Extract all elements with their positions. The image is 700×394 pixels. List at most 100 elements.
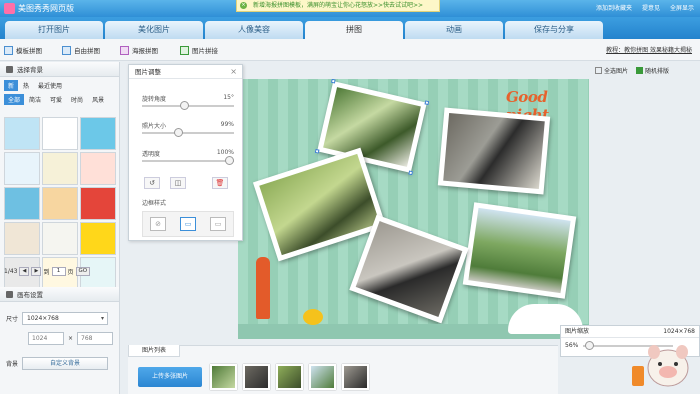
prev-page-button[interactable]: ◀ bbox=[19, 267, 30, 276]
rotate-slider-row: 旋转角度 15° bbox=[142, 94, 234, 110]
tab-beautify[interactable]: 美化图片 bbox=[105, 21, 203, 39]
rotate-value: 15° bbox=[223, 94, 234, 101]
feedback-link[interactable]: 提意见 bbox=[642, 3, 660, 12]
fullscreen-link[interactable]: 全屏显示 bbox=[670, 3, 694, 12]
dimensions-row: 1024 × 768 bbox=[28, 332, 114, 345]
upload-multiple-button[interactable]: 上传多张图片 bbox=[138, 367, 202, 387]
list-thumb-4[interactable] bbox=[309, 364, 336, 390]
tab-portrait[interactable]: 人像美容 bbox=[205, 21, 303, 39]
zoom-title: 图片缩放 bbox=[565, 328, 590, 335]
shadow-border-icon[interactable]: ▭ bbox=[210, 217, 226, 231]
background-icon bbox=[6, 65, 13, 73]
background-thumb[interactable] bbox=[42, 222, 78, 255]
notice-text[interactable]: 新增海报拼图模板，满屏的萌宝让你心花怒放>>快去试试吧>> bbox=[253, 2, 423, 9]
background-thumb[interactable] bbox=[80, 222, 116, 255]
page-input[interactable]: 1 bbox=[51, 267, 66, 276]
notice-close-icon[interactable]: × bbox=[240, 2, 247, 9]
select-all-button[interactable]: 全选图片 bbox=[595, 66, 628, 75]
random-layout-button[interactable]: 随机排版 bbox=[636, 66, 669, 75]
background-thumb[interactable] bbox=[42, 187, 78, 220]
mode-poster[interactable]: 海报拼图 bbox=[120, 45, 158, 55]
page-indicator: 1/43 bbox=[4, 268, 18, 275]
filter-new[interactable]: 新 bbox=[4, 80, 19, 91]
background-thumb[interactable] bbox=[4, 152, 40, 185]
height-input[interactable]: 768 bbox=[77, 332, 114, 345]
rotate-icon[interactable]: ↺ bbox=[144, 177, 160, 189]
flip-icon[interactable]: ◫ bbox=[170, 177, 186, 189]
zoom-header: 图片缩放 1024×768 bbox=[561, 326, 699, 338]
filter-simple[interactable]: 简洁 bbox=[25, 94, 45, 105]
list-thumb-3[interactable] bbox=[276, 364, 303, 390]
tab-save-share[interactable]: 保存与分享 bbox=[505, 21, 603, 39]
tab-animation[interactable]: 动画 bbox=[405, 21, 503, 39]
tutorial-link[interactable]: 教程：教你拼图 效果秘籍大揭秘 bbox=[606, 45, 692, 54]
scale-track[interactable] bbox=[142, 128, 234, 137]
delete-icon[interactable]: 🗑 bbox=[212, 177, 228, 189]
background-thumb[interactable] bbox=[42, 117, 78, 150]
pager: 1/43 ◀ ▶ 到 1 页 GO bbox=[4, 267, 91, 276]
mascot-icon bbox=[647, 345, 689, 387]
background-thumb[interactable] bbox=[4, 117, 40, 150]
background-thumb[interactable] bbox=[4, 222, 40, 255]
opacity-value: 100% bbox=[216, 149, 234, 156]
filter-row-2: 全部 简洁 可爱 时尚 风景 bbox=[0, 91, 119, 105]
border-style-options: ⊘ ▭ ▭ bbox=[142, 211, 234, 237]
collage-photo-2[interactable] bbox=[437, 107, 551, 195]
canvas-section-title: 画布设置 bbox=[17, 291, 43, 299]
filter-fashion[interactable]: 时尚 bbox=[67, 94, 87, 105]
panel-close-icon[interactable]: × bbox=[230, 67, 237, 76]
rotate-track[interactable] bbox=[142, 101, 234, 110]
background-thumb[interactable] bbox=[80, 152, 116, 185]
zoom-slider-knob[interactable] bbox=[585, 340, 595, 350]
list-thumb-1[interactable] bbox=[210, 364, 237, 390]
add-favorite-link[interactable]: 添加到收藏夹 bbox=[596, 3, 632, 12]
handle-tl[interactable] bbox=[330, 79, 336, 84]
notice-bar[interactable]: × 新增海报拼图模板，满屏的萌宝让你心花怒放>>快去试试吧>> bbox=[236, 0, 440, 12]
width-input[interactable]: 1024 bbox=[28, 332, 64, 345]
filter-scenery[interactable]: 风景 bbox=[88, 94, 108, 105]
mode-template-label: 模板拼图 bbox=[16, 47, 42, 55]
collage-photo-4[interactable] bbox=[462, 202, 577, 299]
mode-poster-label: 海报拼图 bbox=[132, 47, 158, 55]
filter-row-1: 新 热 最近使用 bbox=[0, 77, 119, 91]
character-decoration bbox=[256, 257, 270, 319]
times-sign: × bbox=[68, 335, 74, 342]
next-page-button[interactable]: ▶ bbox=[31, 267, 42, 276]
image-adjust-panel: 图片调整 × 旋转角度 15° 照片大小 99% 透明度 100% ↺ ◫ 🗑 边框样… bbox=[128, 64, 243, 241]
canvas-tools: 全选图片 随机排版 bbox=[595, 66, 669, 75]
filter-recent[interactable]: 最近使用 bbox=[34, 80, 66, 91]
image-list-tab[interactable]: 图片列表 bbox=[128, 345, 180, 357]
tab-collage[interactable]: 拼图 bbox=[305, 21, 403, 39]
collage-canvas[interactable]: Good night bbox=[238, 79, 589, 339]
custom-background-button[interactable]: 自定义背景 bbox=[22, 357, 109, 370]
opacity-slider-knob[interactable] bbox=[225, 156, 234, 165]
handle-bl[interactable] bbox=[314, 148, 320, 154]
filter-hot[interactable]: 热 bbox=[19, 80, 33, 91]
list-thumb-2[interactable] bbox=[243, 364, 270, 390]
opacity-track[interactable] bbox=[142, 156, 234, 165]
mode-stitch[interactable]: 图片拼接 bbox=[180, 45, 218, 55]
scale-slider-knob[interactable] bbox=[174, 128, 183, 137]
background-section-title: 选择背景 bbox=[17, 66, 43, 74]
no-border-icon[interactable]: ⊘ bbox=[150, 217, 166, 231]
rotate-slider-knob[interactable] bbox=[180, 101, 189, 110]
list-thumb-5[interactable] bbox=[342, 364, 369, 390]
background-thumb[interactable] bbox=[80, 187, 116, 220]
top-links: 添加到收藏夹 提意见 全屏显示 bbox=[596, 3, 694, 12]
background-thumb[interactable] bbox=[80, 117, 116, 150]
white-border-icon[interactable]: ▭ bbox=[180, 217, 196, 231]
background-thumb[interactable] bbox=[4, 187, 40, 220]
main-tabs: 打开图片 美化图片 人像美容 拼图 动画 保存与分享 bbox=[0, 17, 700, 39]
random-layout-label: 随机排版 bbox=[645, 68, 670, 75]
filter-all[interactable]: 全部 bbox=[4, 94, 25, 105]
filter-cute[interactable]: 可爱 bbox=[46, 94, 66, 105]
mode-template[interactable]: 模板拼图 bbox=[4, 45, 42, 55]
go-button[interactable]: GO bbox=[75, 267, 91, 276]
size-select[interactable]: 1024×768 bbox=[22, 312, 109, 325]
select-all-icon bbox=[595, 67, 602, 74]
mode-free[interactable]: 自由拼图 bbox=[62, 45, 100, 55]
tab-open-image[interactable]: 打开图片 bbox=[5, 21, 103, 39]
background-thumb[interactable] bbox=[42, 152, 78, 185]
size-row: 尺寸 1024×768 bbox=[6, 312, 109, 325]
app-title-text: 美图秀秀网页版 bbox=[18, 4, 74, 13]
